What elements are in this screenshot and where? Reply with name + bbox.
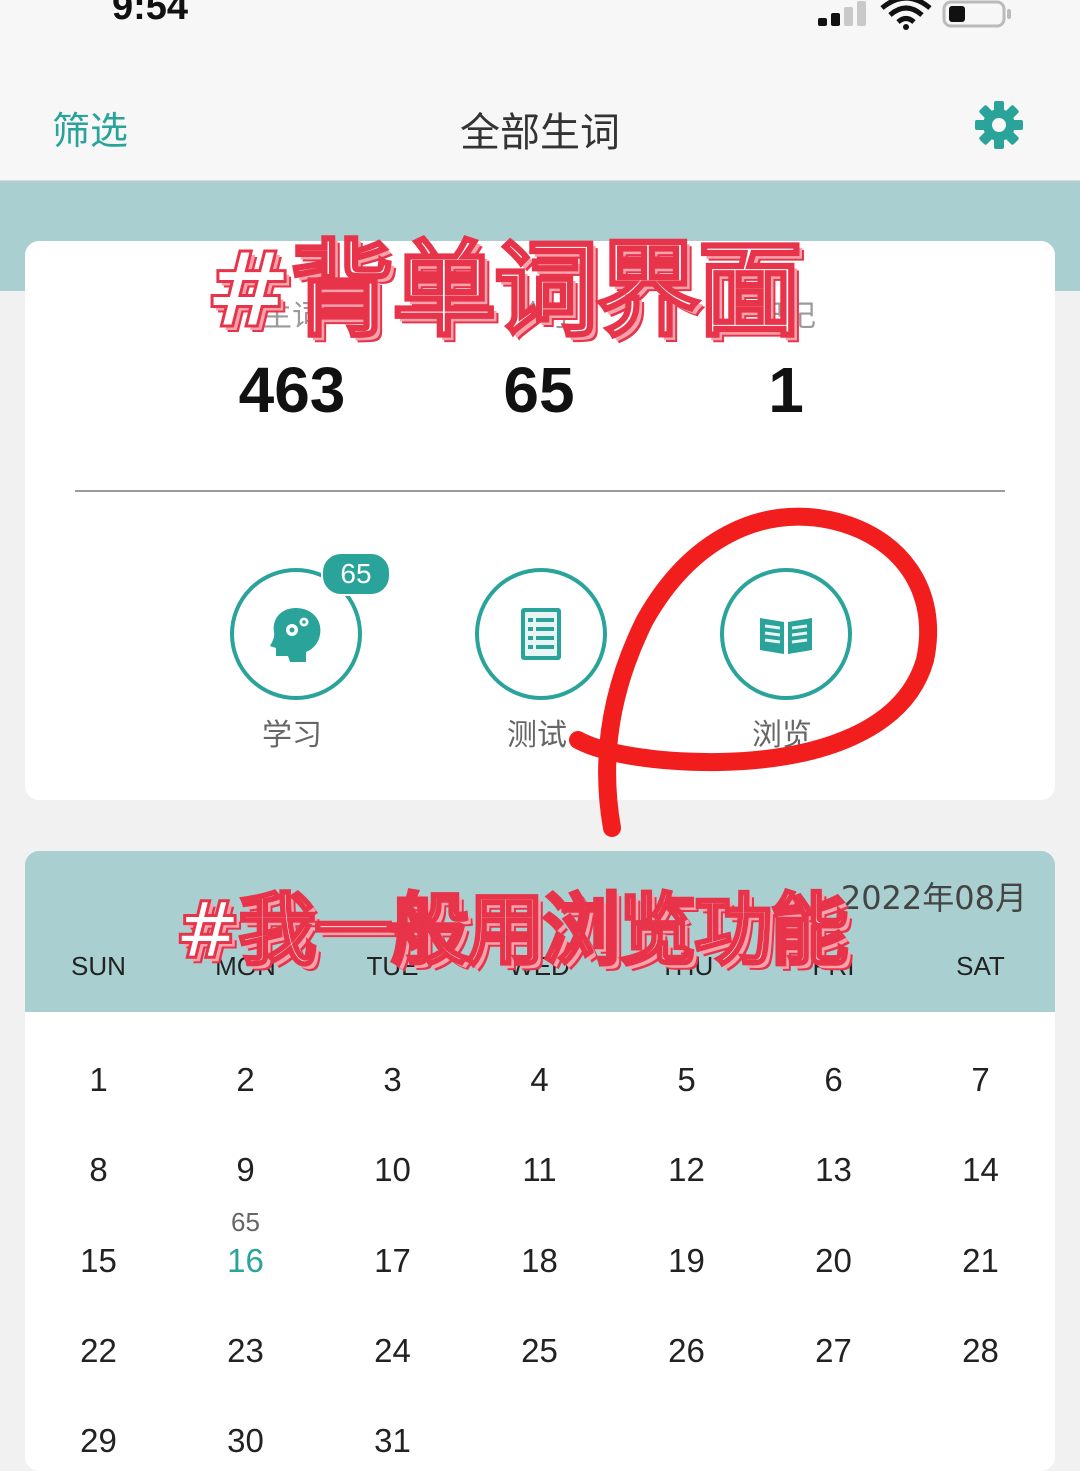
- calendar-day[interactable]: 30: [172, 1422, 319, 1460]
- today-word-count: 65: [231, 1207, 260, 1237]
- test-button[interactable]: 测试: [440, 568, 640, 768]
- weekday-sun: SUN: [71, 951, 126, 981]
- status-bar: 9:54: [0, 0, 1080, 60]
- calendar-day[interactable]: 31: [319, 1422, 466, 1460]
- calendar-day[interactable]: 20: [760, 1242, 907, 1280]
- weekday-sat: SAT: [956, 951, 1005, 981]
- browse-button[interactable]: 浏览: [685, 568, 885, 768]
- calendar-day[interactable]: 12: [613, 1151, 760, 1189]
- headline-overlay: #背单词界面: [203, 228, 803, 353]
- test-label: 测试: [507, 718, 567, 753]
- brain-gear-icon: [270, 608, 321, 662]
- calendar-day[interactable]: 28: [907, 1332, 1054, 1370]
- open-book-icon: [760, 618, 812, 654]
- calendar-day[interactable]: 24: [319, 1332, 466, 1370]
- calendar-day[interactable]: 6: [760, 1061, 907, 1099]
- calendar-day[interactable]: 14: [907, 1151, 1054, 1189]
- study-button[interactable]: 学习: [195, 568, 395, 768]
- calendar-day[interactable]: 17: [319, 1242, 466, 1280]
- caption-overlay: #我一般用浏览功能: [173, 885, 849, 978]
- browse-label: 浏览: [752, 718, 812, 753]
- status-time: 9:54: [112, 0, 189, 28]
- divider: [75, 490, 1005, 492]
- calendar-day[interactable]: 26: [613, 1332, 760, 1370]
- calendar-day[interactable]: 18: [466, 1242, 613, 1280]
- stat-value-total: 463: [238, 354, 346, 426]
- calendar-day[interactable]: 4: [466, 1061, 613, 1099]
- calendar-day[interactable]: 15: [25, 1242, 172, 1280]
- calendar-day[interactable]: 27: [760, 1332, 907, 1370]
- calendar-day[interactable]: 23: [172, 1332, 319, 1370]
- calendar-day[interactable]: 22: [25, 1332, 172, 1370]
- calendar-day[interactable]: 10: [319, 1151, 466, 1189]
- test-ring[interactable]: [475, 568, 607, 700]
- nav-bar: 筛选 全部生词: [0, 60, 1080, 181]
- calendar-day[interactable]: 3: [319, 1061, 466, 1099]
- calendar-day[interactable]: 29: [25, 1422, 172, 1460]
- study-count-badge: 65: [321, 552, 391, 596]
- calendar-day[interactable]: 16: [172, 1242, 319, 1280]
- cellular-signal-icon: [818, 0, 870, 30]
- checklist-icon: [521, 608, 561, 660]
- calendar-day[interactable]: 7: [907, 1061, 1054, 1099]
- calendar-day[interactable]: 1: [25, 1061, 172, 1099]
- stat-value-known: 1: [768, 354, 804, 426]
- calendar-day[interactable]: 21: [907, 1242, 1054, 1280]
- calendar-day[interactable]: 2: [172, 1061, 319, 1099]
- calendar-day[interactable]: 5: [613, 1061, 760, 1099]
- gear-icon[interactable]: [974, 100, 1024, 150]
- calendar-month-label: 2022年08月: [840, 879, 1027, 917]
- browse-ring[interactable]: [720, 568, 852, 700]
- calendar-day[interactable]: 25: [466, 1332, 613, 1370]
- calendar-day[interactable]: 19: [613, 1242, 760, 1280]
- calendar-day[interactable]: 9: [172, 1151, 319, 1189]
- calendar-day[interactable]: 8: [25, 1151, 172, 1189]
- page-title: 全部生词: [460, 110, 620, 156]
- stat-value-learning: 65: [503, 354, 575, 426]
- battery-icon: [942, 0, 1011, 28]
- wifi-icon: [880, 0, 932, 30]
- study-label: 学习: [262, 718, 322, 753]
- calendar-day[interactable]: 11: [466, 1151, 613, 1189]
- calendar-day[interactable]: 13: [760, 1151, 907, 1189]
